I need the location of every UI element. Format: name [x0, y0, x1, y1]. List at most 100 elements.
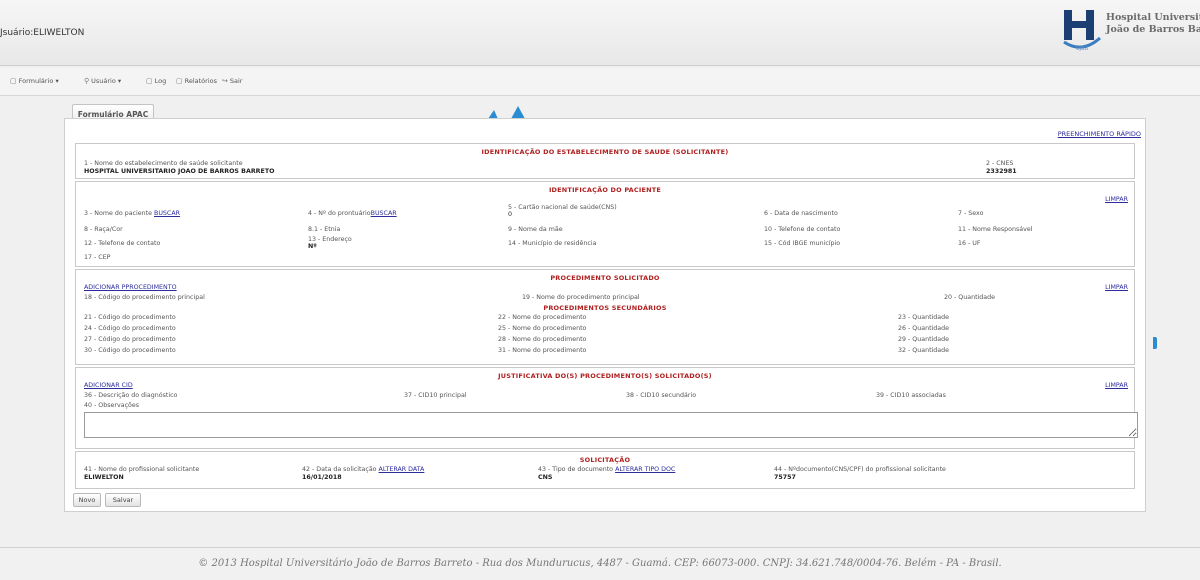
logo-icon: UJBB [1063, 10, 1101, 52]
field-label: 41 - Nome do profissional solicitante [84, 466, 200, 473]
user-icon: ⚲ [84, 77, 90, 85]
limpar-link[interactable]: LIMPAR [1105, 284, 1128, 291]
field-label: 10 - Telefone de contato [764, 226, 841, 233]
endereco-value: Nº [308, 243, 317, 250]
menu-log-label: Log [154, 77, 167, 85]
add-procedure-link[interactable]: ADICIONAR PPROCEDIMENTO [84, 284, 177, 291]
field-label: 22 - Nome do procedimento [498, 314, 587, 321]
subsection-title: PROCEDIMENTOS SECUNDÁRIOS [543, 304, 667, 312]
field-label: 24 - Código do procedimento [84, 325, 176, 332]
footer: © 2013 Hospital Universitário João de Ba… [0, 547, 1200, 580]
cnes-value: 2332981 [986, 168, 1017, 175]
field-label: 23 - Quantidade [898, 314, 950, 321]
field-label: 15 - Cód IBGE município [764, 240, 841, 247]
field-label: 6 - Data de nascimento [764, 210, 838, 217]
logo-badge: UJBB [1076, 46, 1089, 52]
field-label: 12 - Telefone de contato [84, 240, 161, 247]
profissional-name: ELIWELTON [84, 474, 124, 481]
field-label: 27 - Código do procedimento [84, 336, 176, 343]
field-label: 2 - CNES [986, 160, 1014, 167]
field-label: 28 - Nome do procedimento [498, 336, 587, 343]
footer-text: © 2013 Hospital Universitário João de Ba… [198, 558, 1002, 569]
side-accent [1153, 337, 1157, 349]
add-cid-link[interactable]: ADICIONAR CID [84, 382, 133, 389]
menu-sair[interactable]: ↪ Sair [222, 77, 242, 85]
field-label: 11 - Nome Responsável [958, 226, 1033, 233]
log-icon: ▢ [146, 77, 153, 85]
field-label: 25 - Nome do procedimento [498, 325, 587, 332]
section-justificativa: JUSTIFICATIVA DO(S) PROCEDIMENTO(S) SOLI… [75, 367, 1138, 449]
alterar-data-link[interactable]: ALTERAR DATA [379, 466, 425, 473]
observacoes-textarea[interactable] [84, 412, 1138, 438]
field-label: 36 - Descrição do diagnóstico [84, 392, 178, 399]
tipo-doc-value: CNS [538, 474, 553, 481]
menu-formulario[interactable]: ▢ Formulário ▾ [10, 77, 59, 85]
field-label: 43 - Tipo de documento [538, 466, 614, 473]
field-label: 40 - Observações [84, 402, 140, 409]
field-tipo-doc: 43 - Tipo de documento ALTERAR TIPO DOC [538, 466, 675, 473]
field-label: 29 - Quantidade [898, 336, 950, 343]
limpar-link[interactable]: LIMPAR [1105, 196, 1128, 203]
section-estabelecimento: IDENTIFICAÇÃO DO ESTABELECIMENTO DE SAUD… [75, 143, 1135, 179]
field-label: 44 - Nºdocumento(CNS/CPF) do profissiona… [774, 466, 946, 473]
salvar-button[interactable]: Salvar [105, 493, 141, 507]
hospital-logo: UJBB Hospital Universitári João de Barro… [1062, 6, 1200, 56]
menu-usuario-label: Usuário [91, 77, 116, 85]
establishment-name: HOSPITAL UNIVERSITARIO JOAO DE BARROS BA… [84, 168, 275, 175]
user-label: Jsuário:ELIWELTON [0, 28, 85, 38]
section-paciente: IDENTIFICAÇÃO DO PACIENTE LIMPAR 3 - Nom… [75, 181, 1135, 267]
field-label: 5 - Cartão nacional de saúde(CNS) [508, 204, 617, 211]
menu-relatorios-label: Relatórios [184, 77, 218, 85]
field-label: 8.1 - Etnia [308, 226, 341, 233]
field-label: 38 - CID10 secundário [626, 392, 697, 399]
logo-line1: Hospital Universitári [1106, 12, 1200, 23]
menu-usuario[interactable]: ⚲ Usuário ▾ [84, 77, 121, 85]
field-label: 37 - CID10 principal [404, 392, 467, 399]
field-label: 32 - Quantidade [898, 347, 950, 354]
field-label: 9 - Nome da mãe [508, 226, 563, 233]
field-label: 3 - Nome do paciente [84, 210, 152, 217]
section-title: JUSTIFICATIVA DO(S) PROCEDIMENTO(S) SOLI… [498, 372, 712, 380]
chevron-down-icon: ▾ [55, 77, 59, 85]
field-label: 26 - Quantidade [898, 325, 950, 332]
alterar-tipo-doc-link[interactable]: ALTERAR TIPO DOC [615, 466, 675, 473]
section-procedimento: PROCEDIMENTO SOLICITADO ADICIONAR PPROCE… [75, 269, 1135, 365]
apac-form: PREENCHIMENTO RÁPIDO IDENTIFICAÇÃO DO ES… [64, 118, 1146, 512]
limpar-link[interactable]: LIMPAR [1105, 382, 1128, 389]
field-label: 42 - Data da solicitação [302, 466, 377, 473]
field-label: 4 - Nº do prontuário [308, 210, 371, 217]
data-solicitacao-value: 16/01/2018 [302, 474, 342, 481]
field-prontuario: 4 - Nº do prontuárioBUSCAR [308, 210, 397, 217]
novo-button[interactable]: Novo [73, 493, 101, 507]
exit-icon: ↪ [222, 77, 228, 85]
field-label: 19 - Nome do procedimento principal [522, 294, 640, 301]
field-label: 16 - UF [958, 240, 981, 247]
section-title: PROCEDIMENTO SOLICITADO [550, 274, 660, 282]
logo-line2: João de Barros Barret [1106, 24, 1200, 35]
chevron-down-icon: ▾ [117, 77, 122, 85]
field-label: 30 - Código do procedimento [84, 347, 176, 354]
field-label: 13 - Endereço [308, 236, 352, 243]
quick-fill-link[interactable]: PREENCHIMENTO RÁPIDO [1058, 130, 1141, 138]
buscar-paciente-link[interactable]: BUSCAR [154, 210, 180, 217]
menu-sair-label: Sair [229, 77, 243, 85]
field-label: 8 - Raça/Cor [84, 226, 123, 233]
field-label: 18 - Código do procedimento principal [84, 294, 205, 301]
field-label: 39 - CID10 associadas [876, 392, 946, 399]
app-header: Jsuário:ELIWELTON UJBB Hospital Universi… [0, 0, 1200, 66]
form-icon: ▢ [10, 77, 17, 85]
menu-log[interactable]: ▢ Log [146, 77, 166, 85]
field-label: 31 - Nome do procedimento [498, 347, 587, 354]
buscar-prontuario-link[interactable]: BUSCAR [371, 210, 397, 217]
section-title: IDENTIFICAÇÃO DO ESTABELECIMENTO DE SAUD… [481, 148, 729, 156]
menu-formulario-label: Formulário [18, 77, 54, 85]
field-label: 7 - Sexo [958, 210, 984, 217]
logo-text: Hospital Universitári João de Barros Bar… [1106, 12, 1200, 36]
cns-value: 0 [508, 211, 513, 218]
menu-relatorios[interactable]: ▢ Relatórios [176, 77, 217, 85]
field-nome-paciente: 3 - Nome do paciente BUSCAR [84, 210, 180, 217]
field-label: 17 - CEP [84, 254, 111, 261]
field-label: 1 - Nome do estabelecimento de saúde sol… [84, 160, 243, 167]
section-title: SOLICITAÇÃO [579, 456, 631, 464]
field-label: 14 - Município de residência [508, 240, 597, 247]
